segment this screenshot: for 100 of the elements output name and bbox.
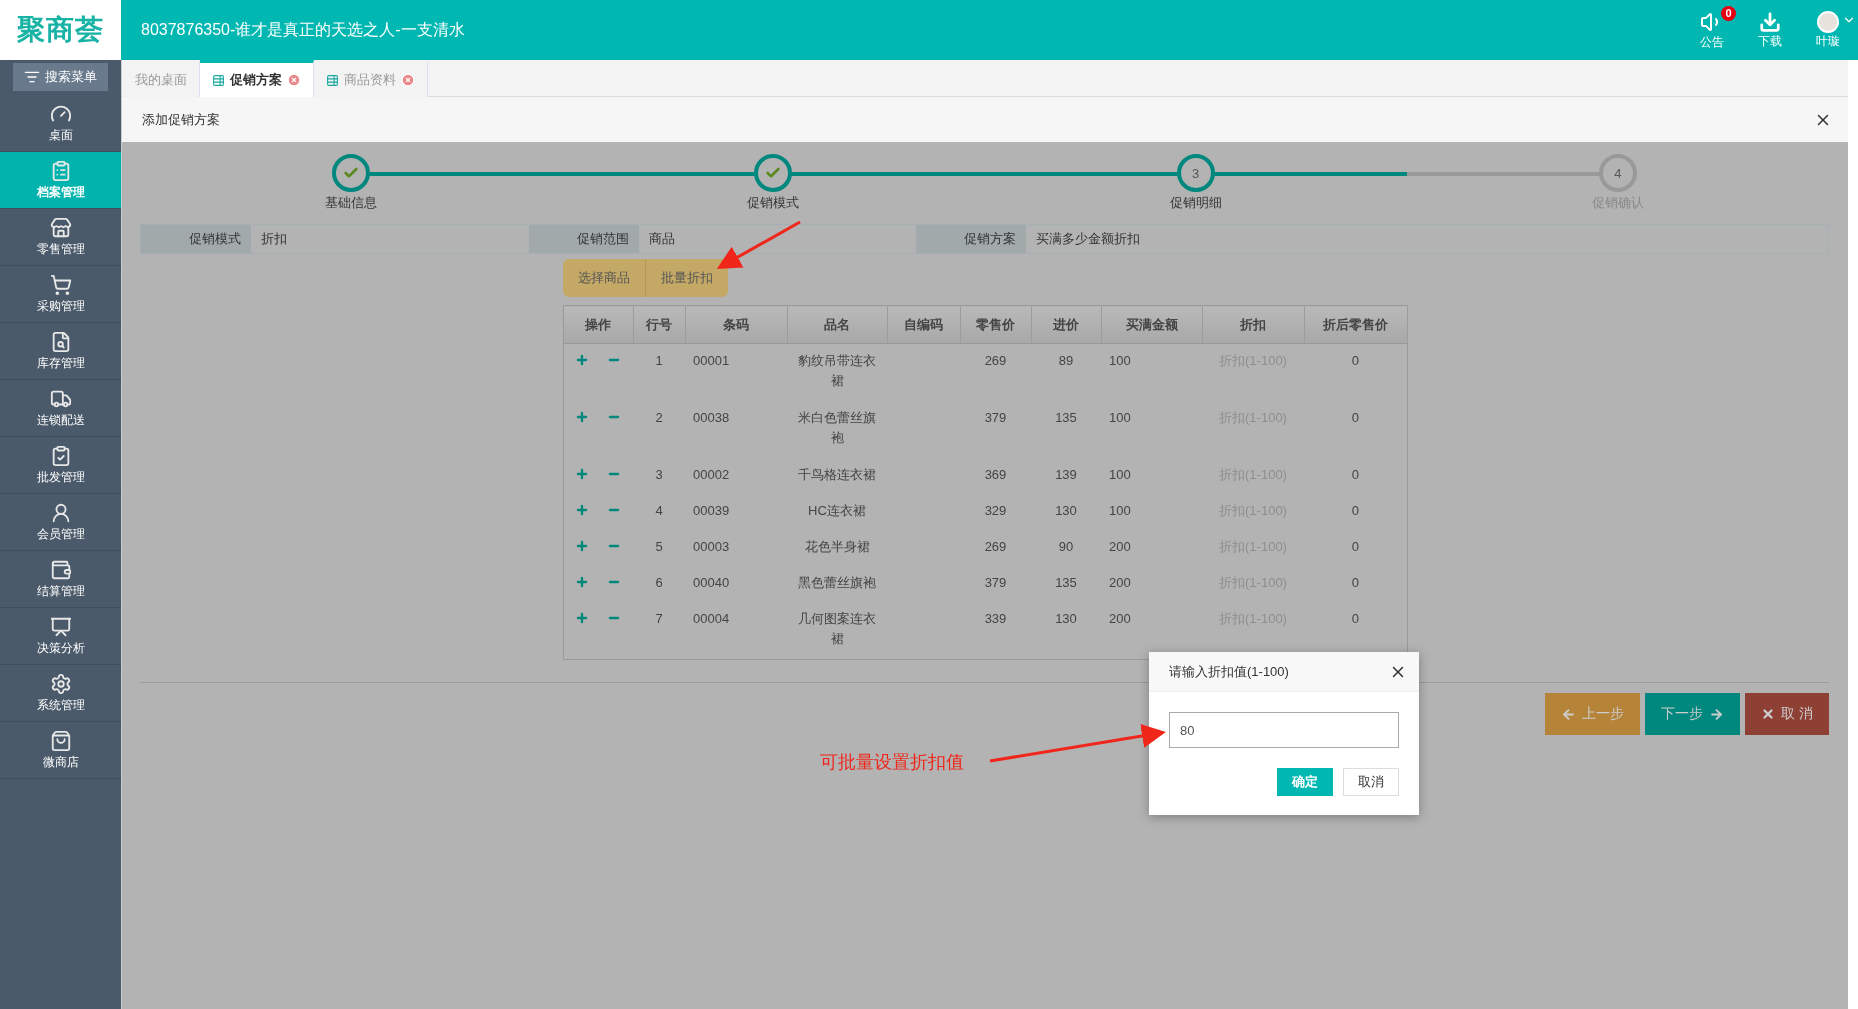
column-header: 零售价 <box>960 305 1031 344</box>
table-cell-text: 379 <box>983 574 1008 592</box>
plus-icon <box>575 353 590 367</box>
table-cell-text: 90 <box>1057 538 1075 556</box>
check-icon <box>765 165 782 181</box>
table-cell-text: 369 <box>983 466 1008 484</box>
download-icon <box>1759 10 1781 33</box>
panel-title: 添加促销方案 <box>142 110 220 129</box>
info-label: 促销范围 <box>529 225 639 253</box>
table-cell-text: 130 <box>1054 502 1078 520</box>
plus-icon <box>575 503 590 517</box>
dialog-title: 请输入折扣值(1-100) <box>1169 662 1289 681</box>
column-header: 自编码 <box>887 305 960 344</box>
close-icon <box>1761 707 1776 721</box>
table-cell: 0 <box>1304 343 1407 401</box>
logo: 聚商荟 <box>0 0 121 60</box>
table-cell-text: 2 <box>654 409 664 427</box>
add-row-button[interactable] <box>575 611 590 625</box>
table-cell-text: 00003 <box>692 538 731 556</box>
table-cell-text: 135 <box>1054 409 1078 427</box>
table-cell-text: HC连衣裙 <box>807 502 867 520</box>
add-row-button[interactable] <box>575 353 590 367</box>
table-cell: 89 <box>1031 343 1101 401</box>
table-cell-text: 100 <box>1108 466 1132 484</box>
table-icon <box>326 73 339 87</box>
cancel-button[interactable]: 取消 <box>1343 768 1399 796</box>
tab[interactable]: 促销方案 <box>200 60 314 97</box>
table-cell-text: 3 <box>654 466 664 484</box>
annotation-text: 可批量设置折扣值 <box>820 751 964 774</box>
plus-icon <box>575 410 590 424</box>
column-header: 买满金额 <box>1101 305 1202 344</box>
table-cell-text: 4 <box>654 502 664 520</box>
bag-icon <box>49 729 72 752</box>
chart-board-icon <box>49 615 72 638</box>
plus-icon <box>575 611 590 625</box>
table-cell: 0 <box>1304 401 1407 458</box>
table-cell: 豹纹吊带连衣裙 <box>787 343 887 401</box>
table-cell-text: 花色半身裙 <box>803 538 871 556</box>
add-row-button[interactable] <box>575 410 590 424</box>
info-value: 折扣 <box>260 230 287 248</box>
table-cell-text: 00002 <box>692 466 731 484</box>
table-cell: 7 <box>633 602 685 660</box>
column-header: 操作 <box>563 305 633 344</box>
close-icon[interactable] <box>401 73 415 87</box>
table-cell: 00004 <box>685 602 787 660</box>
column-header: 折后零售价 <box>1304 305 1407 344</box>
cancel-button[interactable]: 取 消 <box>1745 693 1829 735</box>
window-title: 8037876350-谁才是真正的天选之人-一支清水 <box>140 19 465 40</box>
plus-icon <box>575 539 590 553</box>
table-cell: 269 <box>960 343 1031 401</box>
table-cell-text: 379 <box>983 409 1008 427</box>
add-row-button[interactable] <box>575 503 590 517</box>
add-row-button[interactable] <box>575 575 590 589</box>
step-label: 促销明细 <box>1169 194 1222 212</box>
table-cell-text: 100 <box>1108 502 1132 520</box>
table-cell-text: 千鸟格连衣裙 <box>797 466 877 484</box>
avatar <box>1817 10 1839 33</box>
column-header: 条码 <box>685 305 787 344</box>
table-cell: 几何图案连衣裙 <box>787 602 887 660</box>
discount-input[interactable]: 80 <box>1169 712 1399 748</box>
table-cell-text: 6 <box>654 574 664 592</box>
plus-icon <box>575 575 590 589</box>
check-icon <box>343 165 360 181</box>
search-icon <box>24 69 40 85</box>
table-cell-text: 200 <box>1108 538 1132 556</box>
table-cell-text: 200 <box>1108 574 1132 592</box>
table-cell-text: 00040 <box>692 574 731 592</box>
plus-icon <box>575 467 590 481</box>
step-label: 促销模式 <box>747 194 800 212</box>
store-icon <box>49 216 72 239</box>
table-icon <box>212 73 225 87</box>
column-header: 品名 <box>787 305 887 344</box>
table-cell-text: 329 <box>983 502 1008 520</box>
table-cell-text: 269 <box>983 538 1008 556</box>
add-row-button[interactable] <box>575 467 590 481</box>
table-cell-text: 135 <box>1054 574 1078 592</box>
table-cell: 0 <box>1304 530 1407 566</box>
search-menu-button[interactable]: 搜索菜单 <box>13 63 108 91</box>
notification-badge: 0 <box>1721 5 1736 21</box>
table-cell: 00001 <box>685 343 787 401</box>
wallet-icon <box>49 558 72 581</box>
close-icon[interactable] <box>287 73 301 87</box>
add-row-button[interactable] <box>575 539 590 553</box>
table-cell: 0 <box>1304 494 1407 530</box>
table-cell: 0 <box>1304 602 1407 660</box>
step-number: 4 <box>1614 165 1622 181</box>
column-header: 行号 <box>633 305 685 344</box>
table-cell-text: 100 <box>1108 409 1132 427</box>
arrow-right-icon <box>1709 706 1725 722</box>
settings-icon <box>49 672 72 695</box>
info-value: 商品 <box>648 230 675 248</box>
info-value: 买满多少金额折扣 <box>1035 230 1140 248</box>
step-label: 基础信息 <box>325 194 378 212</box>
info-label: 促销模式 <box>141 225 251 253</box>
table-cell: 130 <box>1031 602 1101 660</box>
table-cell: 339 <box>960 602 1031 660</box>
table-cell: 100 <box>1101 343 1202 401</box>
step-number: 3 <box>1192 165 1200 181</box>
table-cell-text: 黑色蕾丝旗袍 <box>797 574 877 592</box>
cart-icon <box>49 273 72 296</box>
